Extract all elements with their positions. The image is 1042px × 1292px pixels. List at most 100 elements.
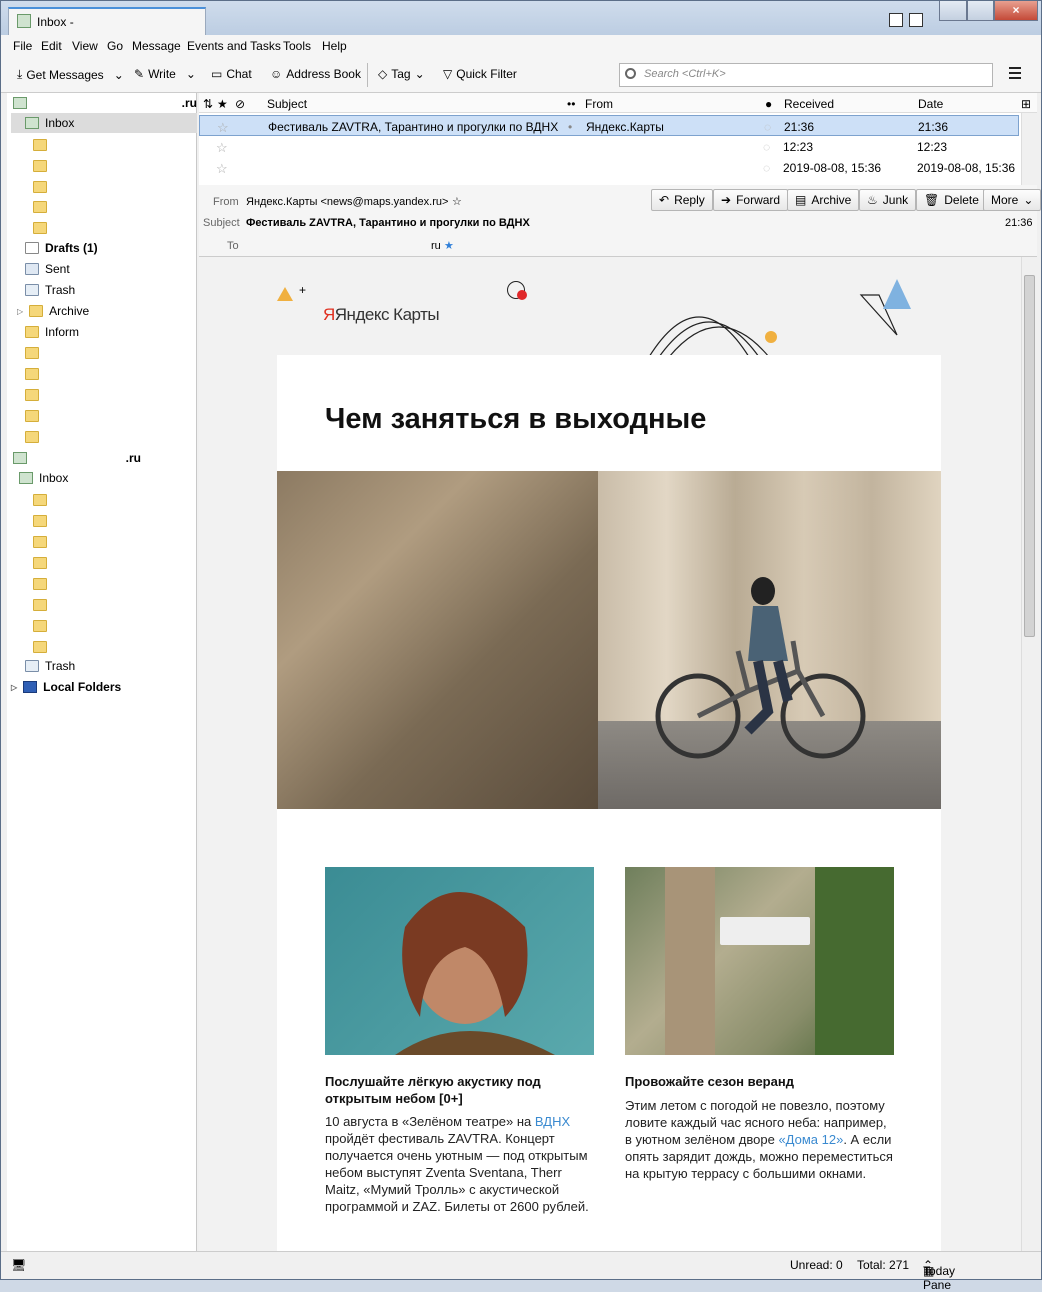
from-value[interactable]: Яндекс.Карты <news@maps.yandex.ru> (246, 196, 448, 208)
quick-filter-button[interactable]: ▽ Quick Filter (443, 67, 517, 81)
calendar-icon[interactable] (889, 13, 903, 27)
archive-button[interactable]: ▤ Archive (787, 189, 860, 211)
menu-edit[interactable]: Edit (41, 39, 62, 53)
search-input[interactable]: Search <Ctrl+K> (619, 63, 993, 87)
folder-sub[interactable] (25, 364, 39, 384)
forward-icon: ➔ (721, 193, 732, 207)
get-messages-button[interactable]: ⤓ Get Messages ⌄ (17, 67, 124, 82)
folder-sub[interactable] (25, 406, 39, 426)
junk-icon[interactable]: ◌ (763, 140, 770, 154)
star-icon[interactable]: ☆ (216, 140, 228, 156)
menu-help[interactable]: Help (322, 39, 347, 53)
scroll-thumb[interactable] (1024, 275, 1035, 637)
folder-inbox-1[interactable]: Inbox (11, 113, 197, 133)
folder-icon (33, 201, 47, 213)
column-received[interactable]: Received (784, 97, 834, 111)
folder-sub[interactable] (33, 490, 47, 510)
star-icon[interactable]: ☆ (216, 161, 228, 177)
menu-bar: File Edit View Go Message Events and Tas… (1, 35, 1041, 57)
folder-sub[interactable] (33, 511, 47, 531)
junk-icon[interactable]: ◌ (764, 120, 771, 134)
write-button[interactable]: ✎ Write ⌄ (134, 67, 196, 81)
folder-sub[interactable] (33, 574, 47, 594)
folder-sub[interactable] (33, 197, 47, 217)
folder-sub[interactable] (25, 385, 39, 405)
attachment-column-icon[interactable]: ⊘ (235, 97, 245, 111)
menu-message[interactable]: Message (132, 39, 181, 53)
folder-sub[interactable] (33, 532, 47, 552)
address-book-button[interactable]: ☺ Address Book (270, 67, 361, 81)
menu-file[interactable]: File (13, 39, 32, 53)
star-icon[interactable]: ★ (444, 239, 454, 252)
hero-image (277, 471, 941, 809)
today-pane-toggle[interactable]: ▦ Today Pane ⌃ (923, 1258, 955, 1292)
column-picker-icon[interactable]: ⊞ (1021, 97, 1031, 111)
table-row[interactable]: ☆ Фестиваль ZAVTRA, Тарантино и прогулки… (199, 115, 1019, 136)
table-row[interactable]: ☆ ◌ 2019-08-08, 15:36 2019-08-08, 15:36 (199, 157, 1019, 178)
folder-icon (33, 160, 47, 172)
menu-view[interactable]: View (72, 39, 98, 53)
folder-sub[interactable] (25, 427, 39, 447)
minimize-button[interactable] (939, 1, 967, 21)
menu-go[interactable]: Go (107, 39, 123, 53)
online-status-icon[interactable]: 🖥 (11, 1258, 26, 1272)
card-2-text: Этим летом с погодой не повезло, поэтому… (625, 1097, 893, 1182)
folder-trash-2[interactable]: Trash (25, 656, 75, 676)
menu-tools[interactable]: Tools (283, 39, 311, 53)
column-subject[interactable]: Subject (267, 97, 307, 111)
app-menu-icon[interactable] (1009, 67, 1021, 82)
read-column-icon[interactable]: •• (567, 97, 575, 111)
chat-button[interactable]: ▭ Chat (211, 67, 252, 81)
folder-label: Sent (45, 262, 70, 276)
delete-button[interactable]: 🗑 Delete (916, 189, 987, 211)
table-row[interactable]: ☆ ◌ 12:23 12:23 (199, 136, 1019, 157)
expand-icon[interactable]: ▷ (11, 683, 17, 692)
folder-sub[interactable] (33, 637, 47, 657)
menu-events[interactable]: Events and Tasks (187, 39, 281, 53)
folder-sent[interactable]: Sent (25, 259, 70, 279)
column-date[interactable]: Date (918, 97, 943, 111)
read-dot-icon[interactable]: • (568, 120, 572, 134)
folder-sub[interactable] (33, 177, 47, 197)
account-2[interactable]: .ru (13, 448, 141, 468)
folder-sub[interactable] (33, 156, 47, 176)
expand-icon[interactable]: ▷ (17, 307, 23, 316)
folder-trash-1[interactable]: Trash (25, 280, 75, 300)
junk-icon[interactable]: ◌ (763, 161, 770, 175)
star-icon[interactable]: ☆ (452, 195, 462, 208)
column-from[interactable]: From (585, 97, 613, 111)
folder-sub[interactable] (25, 343, 39, 363)
star-icon[interactable]: ☆ (217, 120, 229, 136)
chevron-down-icon[interactable]: ⌄ (186, 67, 196, 81)
junk-button[interactable]: ♨ Junk (859, 189, 917, 211)
account-1[interactable]: .ru (13, 93, 197, 113)
vdnh-link[interactable]: ВДНХ (535, 1114, 570, 1129)
to-value[interactable]: ru (431, 240, 441, 252)
folder-sub[interactable] (33, 616, 47, 636)
forward-button[interactable]: ➔ Forward (713, 189, 789, 211)
folder-inform[interactable]: Inform (25, 322, 79, 342)
folder-archive[interactable]: ▷ Archive (17, 301, 89, 321)
tab-inbox[interactable]: Inbox - (8, 7, 206, 35)
chevron-down-icon[interactable]: ⌄ (114, 68, 124, 82)
maximize-button[interactable] (967, 1, 994, 21)
star-column-icon[interactable]: ★ (217, 97, 228, 111)
reply-button[interactable]: ↶ Reply (651, 189, 713, 211)
thread-column-icon[interactable]: ⇅ (203, 97, 213, 111)
folder-drafts[interactable]: Drafts (1) (25, 238, 98, 258)
folder-sub[interactable] (33, 218, 47, 238)
folder-sub[interactable] (33, 595, 47, 615)
tag-button[interactable]: ◇ Tag ⌄ (378, 67, 425, 81)
folder-sub[interactable] (33, 135, 47, 155)
junk-column-icon[interactable]: ● (765, 97, 772, 111)
folder-sub[interactable] (33, 553, 47, 573)
more-button[interactable]: More ⌄ (983, 189, 1042, 211)
tasks-icon[interactable] (909, 13, 923, 27)
body-scrollbar[interactable] (1021, 257, 1037, 1251)
folder-local[interactable]: ▷ Local Folders (11, 677, 121, 697)
doma-12-link[interactable]: «Дома 12» (778, 1132, 843, 1147)
close-button[interactable]: × (994, 1, 1038, 21)
list-scrollbar[interactable] (1021, 113, 1037, 185)
pencil-icon: ✎ (134, 67, 145, 81)
folder-inbox-2[interactable]: Inbox (19, 468, 68, 488)
